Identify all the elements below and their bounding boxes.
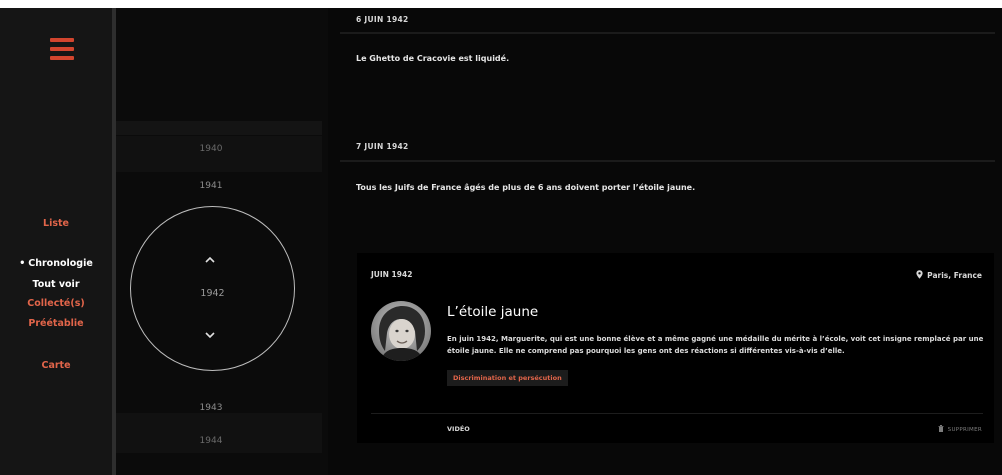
nav-label: Chronologie <box>28 258 93 269</box>
card-divider <box>371 413 983 414</box>
tag-discrimination[interactable]: Discrimination et persécution <box>447 370 568 386</box>
divider <box>340 160 995 162</box>
year-band <box>116 136 322 172</box>
card-location: Paris, France <box>916 270 982 281</box>
nav-carte[interactable]: Carte <box>0 360 112 371</box>
nav-label: Carte <box>41 360 71 371</box>
chevron-up-icon[interactable] <box>203 255 217 265</box>
avatar <box>371 301 431 361</box>
nav-label: Collecté(s) <box>27 298 85 309</box>
hamburger-menu-icon[interactable] <box>50 38 74 60</box>
event-date: 7 JUIN 1942 <box>356 142 409 151</box>
nav-label: Liste <box>43 218 69 229</box>
event-text: Le Ghetto de Cracovie est liquidé. <box>356 54 510 63</box>
story-card[interactable]: JUIN 1942 Paris, France L’étoile jaune E… <box>357 253 994 443</box>
nav-liste[interactable]: Liste <box>0 218 112 229</box>
card-description: En juin 1942, Marguerite, qui est une bo… <box>447 335 984 355</box>
card-title: L’étoile jaune <box>447 304 539 320</box>
year-band <box>116 413 322 453</box>
event-text: Tous les Juifs de France âgés de plus de… <box>356 183 696 192</box>
nav-label: Tout voir <box>32 279 80 290</box>
nav-label: Préétablie <box>28 318 84 329</box>
remove-label: SUPPRIMER <box>947 426 982 433</box>
nav-tout-voir[interactable]: Tout voir <box>0 279 112 290</box>
divider <box>340 32 995 34</box>
timeline-year-1940[interactable]: 1940 <box>116 144 306 154</box>
nav-chronologie[interactable]: • Chronologie <box>0 258 112 269</box>
selected-year: 1942 <box>200 288 225 299</box>
trash-icon <box>938 425 944 434</box>
timeline-year-1941[interactable]: 1941 <box>116 181 306 191</box>
card-date: JUIN 1942 <box>371 270 413 279</box>
timeline-year-1944[interactable]: 1944 <box>116 436 306 446</box>
nav-preetablie[interactable]: Préétablie <box>0 318 112 329</box>
nav-collectes[interactable]: Collecté(s) <box>0 298 112 309</box>
chevron-down-icon[interactable] <box>203 330 217 340</box>
active-bullet-icon: • <box>19 258 26 269</box>
event-date: 6 JUIN 1942 <box>356 15 409 24</box>
sidebar <box>0 8 112 475</box>
year-band <box>116 121 322 135</box>
remove-button[interactable]: SUPPRIMER <box>938 425 982 434</box>
video-link[interactable]: VIDÉO <box>447 425 470 433</box>
location-pin-icon <box>916 270 923 281</box>
location-label: Paris, France <box>927 271 982 280</box>
top-bar <box>0 0 1002 8</box>
timeline-year-1943[interactable]: 1943 <box>116 403 306 413</box>
